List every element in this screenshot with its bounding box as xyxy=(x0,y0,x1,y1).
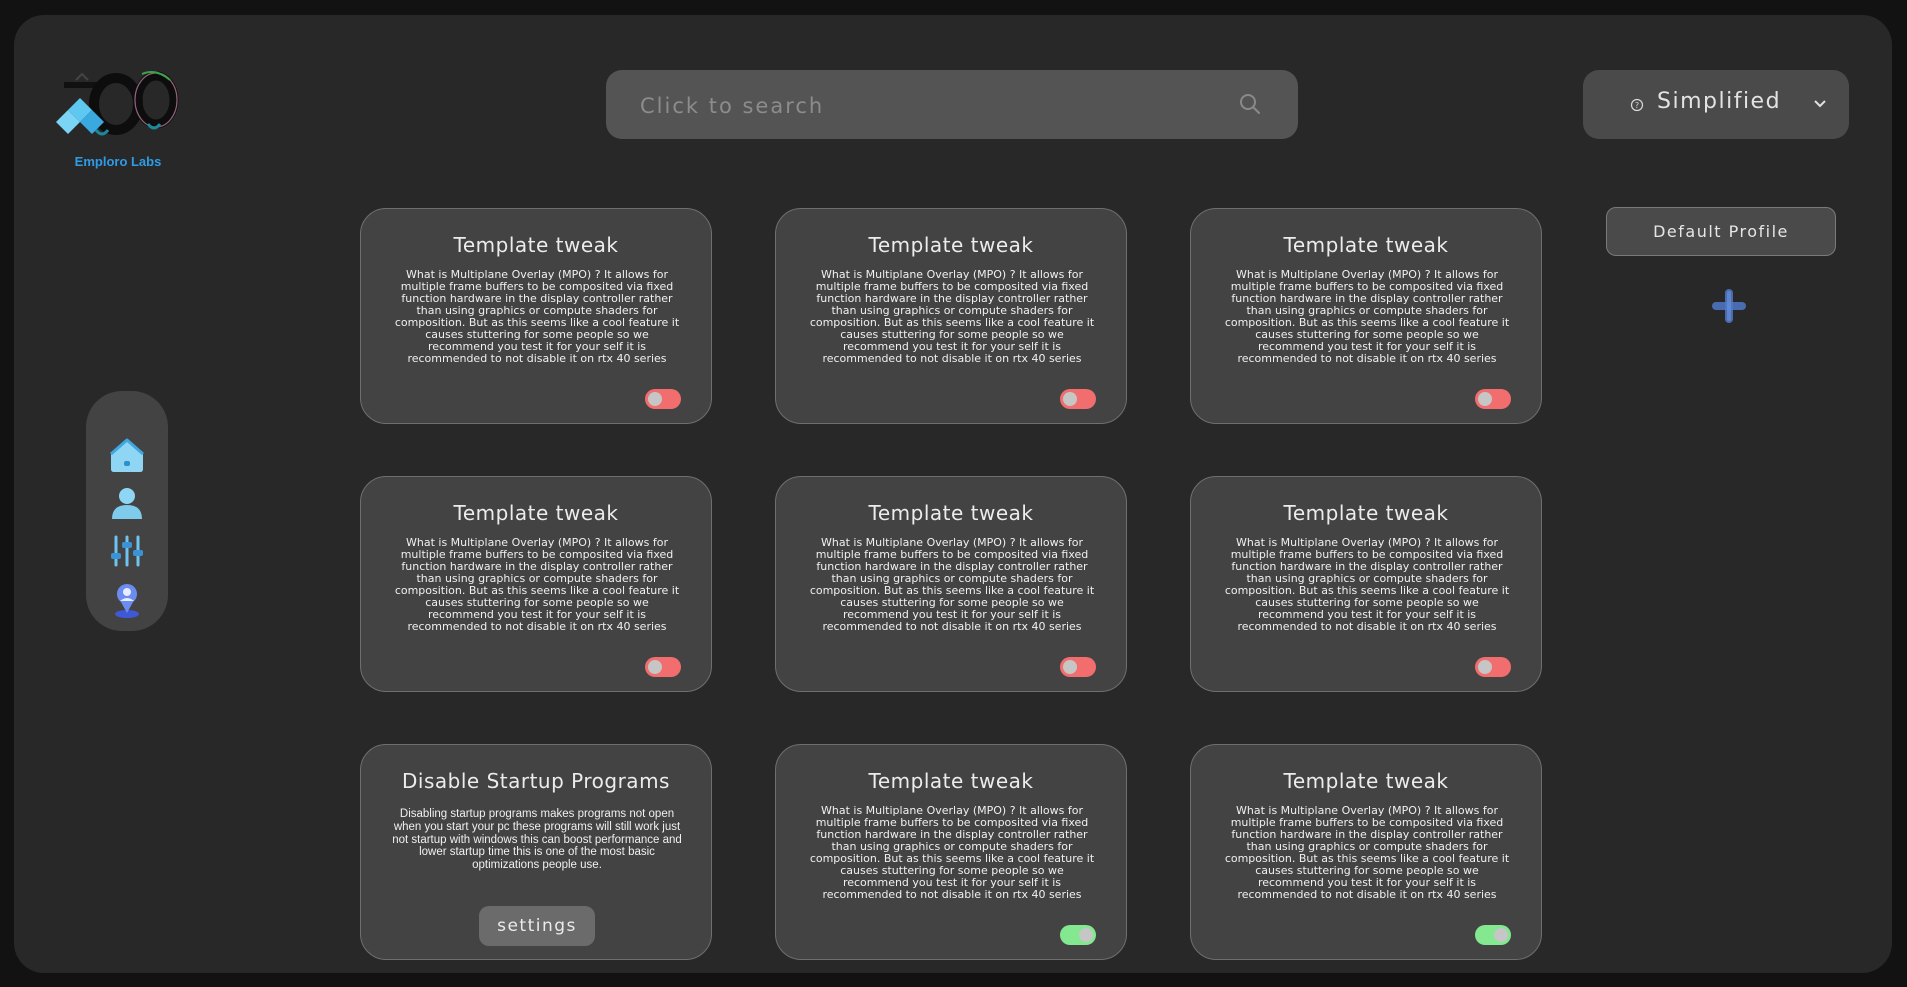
toggle-knob xyxy=(1478,660,1492,674)
tweak-description: What is Multiplane Overlay (MPO) ? It al… xyxy=(809,536,1095,633)
search-bar[interactable] xyxy=(606,70,1298,139)
toggle-knob xyxy=(648,392,662,406)
tweak-title: Template tweak xyxy=(1283,233,1449,257)
toggle-knob xyxy=(1478,392,1492,406)
tweak-card: Template tweak What is Multiplane Overla… xyxy=(775,744,1127,960)
tweak-title: Template tweak xyxy=(453,501,619,525)
add-profile-button[interactable] xyxy=(1708,285,1750,327)
tweak-title: Template tweak xyxy=(1283,501,1449,525)
search-icon[interactable] xyxy=(1238,92,1262,116)
tweak-description: What is Multiplane Overlay (MPO) ? It al… xyxy=(1224,536,1510,633)
brand-name: Emploro Labs xyxy=(74,154,162,169)
tweak-toggle[interactable] xyxy=(645,389,681,409)
tweak-description: What is Multiplane Overlay (MPO) ? It al… xyxy=(1224,804,1510,901)
sidebar-item-home[interactable] xyxy=(107,435,147,475)
user-pin-icon xyxy=(115,584,139,618)
tweak-title: Template tweak xyxy=(868,769,1034,793)
sliders-icon xyxy=(111,535,143,567)
mode-selected-value: Simplified xyxy=(1657,89,1782,114)
tweak-description: What is Multiplane Overlay (MPO) ? It al… xyxy=(1224,268,1510,365)
tweak-toggle[interactable] xyxy=(645,657,681,677)
tweak-title: Template tweak xyxy=(868,233,1034,257)
tweak-card: Template tweak What is Multiplane Overla… xyxy=(775,208,1127,424)
sidebar-item-account[interactable] xyxy=(107,579,147,619)
plus-icon xyxy=(1712,289,1746,323)
mode-dropdown[interactable]: ? Simplified xyxy=(1583,70,1849,139)
tweak-card: Template tweak What is Multiplane Overla… xyxy=(775,476,1127,692)
tweak-title: Template tweak xyxy=(868,501,1034,525)
svg-text:?: ? xyxy=(1635,101,1639,110)
tweak-description: Disabling startup programs makes program… xyxy=(392,808,682,872)
tweak-title: Template tweak xyxy=(453,233,619,257)
tweak-description: What is Multiplane Overlay (MPO) ? It al… xyxy=(809,268,1095,365)
chevron-down-icon xyxy=(1814,100,1826,108)
tweak-description: What is Multiplane Overlay (MPO) ? It al… xyxy=(809,804,1095,901)
toggle-knob xyxy=(648,660,662,674)
tweak-title: Disable Startup Programs xyxy=(402,769,670,793)
help-icon: ? xyxy=(1630,98,1644,112)
search-input[interactable] xyxy=(638,88,1202,124)
tweak-toggle[interactable] xyxy=(1060,657,1096,677)
sidebar-item-tweaks[interactable] xyxy=(107,531,147,571)
tweak-description: What is Multiplane Overlay (MPO) ? It al… xyxy=(394,536,680,633)
toggle-knob xyxy=(1063,660,1077,674)
tweak-card: Template tweak What is Multiplane Overla… xyxy=(1190,208,1542,424)
tweak-toggle[interactable] xyxy=(1475,389,1511,409)
tweak-toggle[interactable] xyxy=(1060,389,1096,409)
toggle-knob xyxy=(1494,928,1508,942)
logo-icon xyxy=(56,71,179,136)
tweak-card: Template tweak What is Multiplane Overla… xyxy=(360,476,712,692)
tweak-card: Template tweak What is Multiplane Overla… xyxy=(360,208,712,424)
app-window: Emploro Labs ? Simplified xyxy=(14,15,1892,973)
home-icon xyxy=(110,438,144,472)
tweak-toggle[interactable] xyxy=(1475,925,1511,945)
tweak-toggle[interactable] xyxy=(1060,925,1096,945)
startup-programs-card: Disable Startup Programs Disabling start… xyxy=(360,744,712,960)
default-profile-button[interactable]: Default Profile xyxy=(1606,207,1836,256)
toggle-knob xyxy=(1063,392,1077,406)
tweak-description: What is Multiplane Overlay (MPO) ? It al… xyxy=(394,268,680,365)
settings-button[interactable]: settings xyxy=(479,906,595,946)
app-logo: Emploro Labs xyxy=(56,60,180,172)
toggle-knob xyxy=(1079,928,1093,942)
sidebar-item-profile[interactable] xyxy=(107,483,147,523)
tweak-card: Template tweak What is Multiplane Overla… xyxy=(1190,476,1542,692)
user-icon xyxy=(112,488,142,519)
tweak-title: Template tweak xyxy=(1283,769,1449,793)
tweak-toggle[interactable] xyxy=(1475,657,1511,677)
sidebar-nav xyxy=(86,391,168,631)
tweak-card: Template tweak What is Multiplane Overla… xyxy=(1190,744,1542,960)
